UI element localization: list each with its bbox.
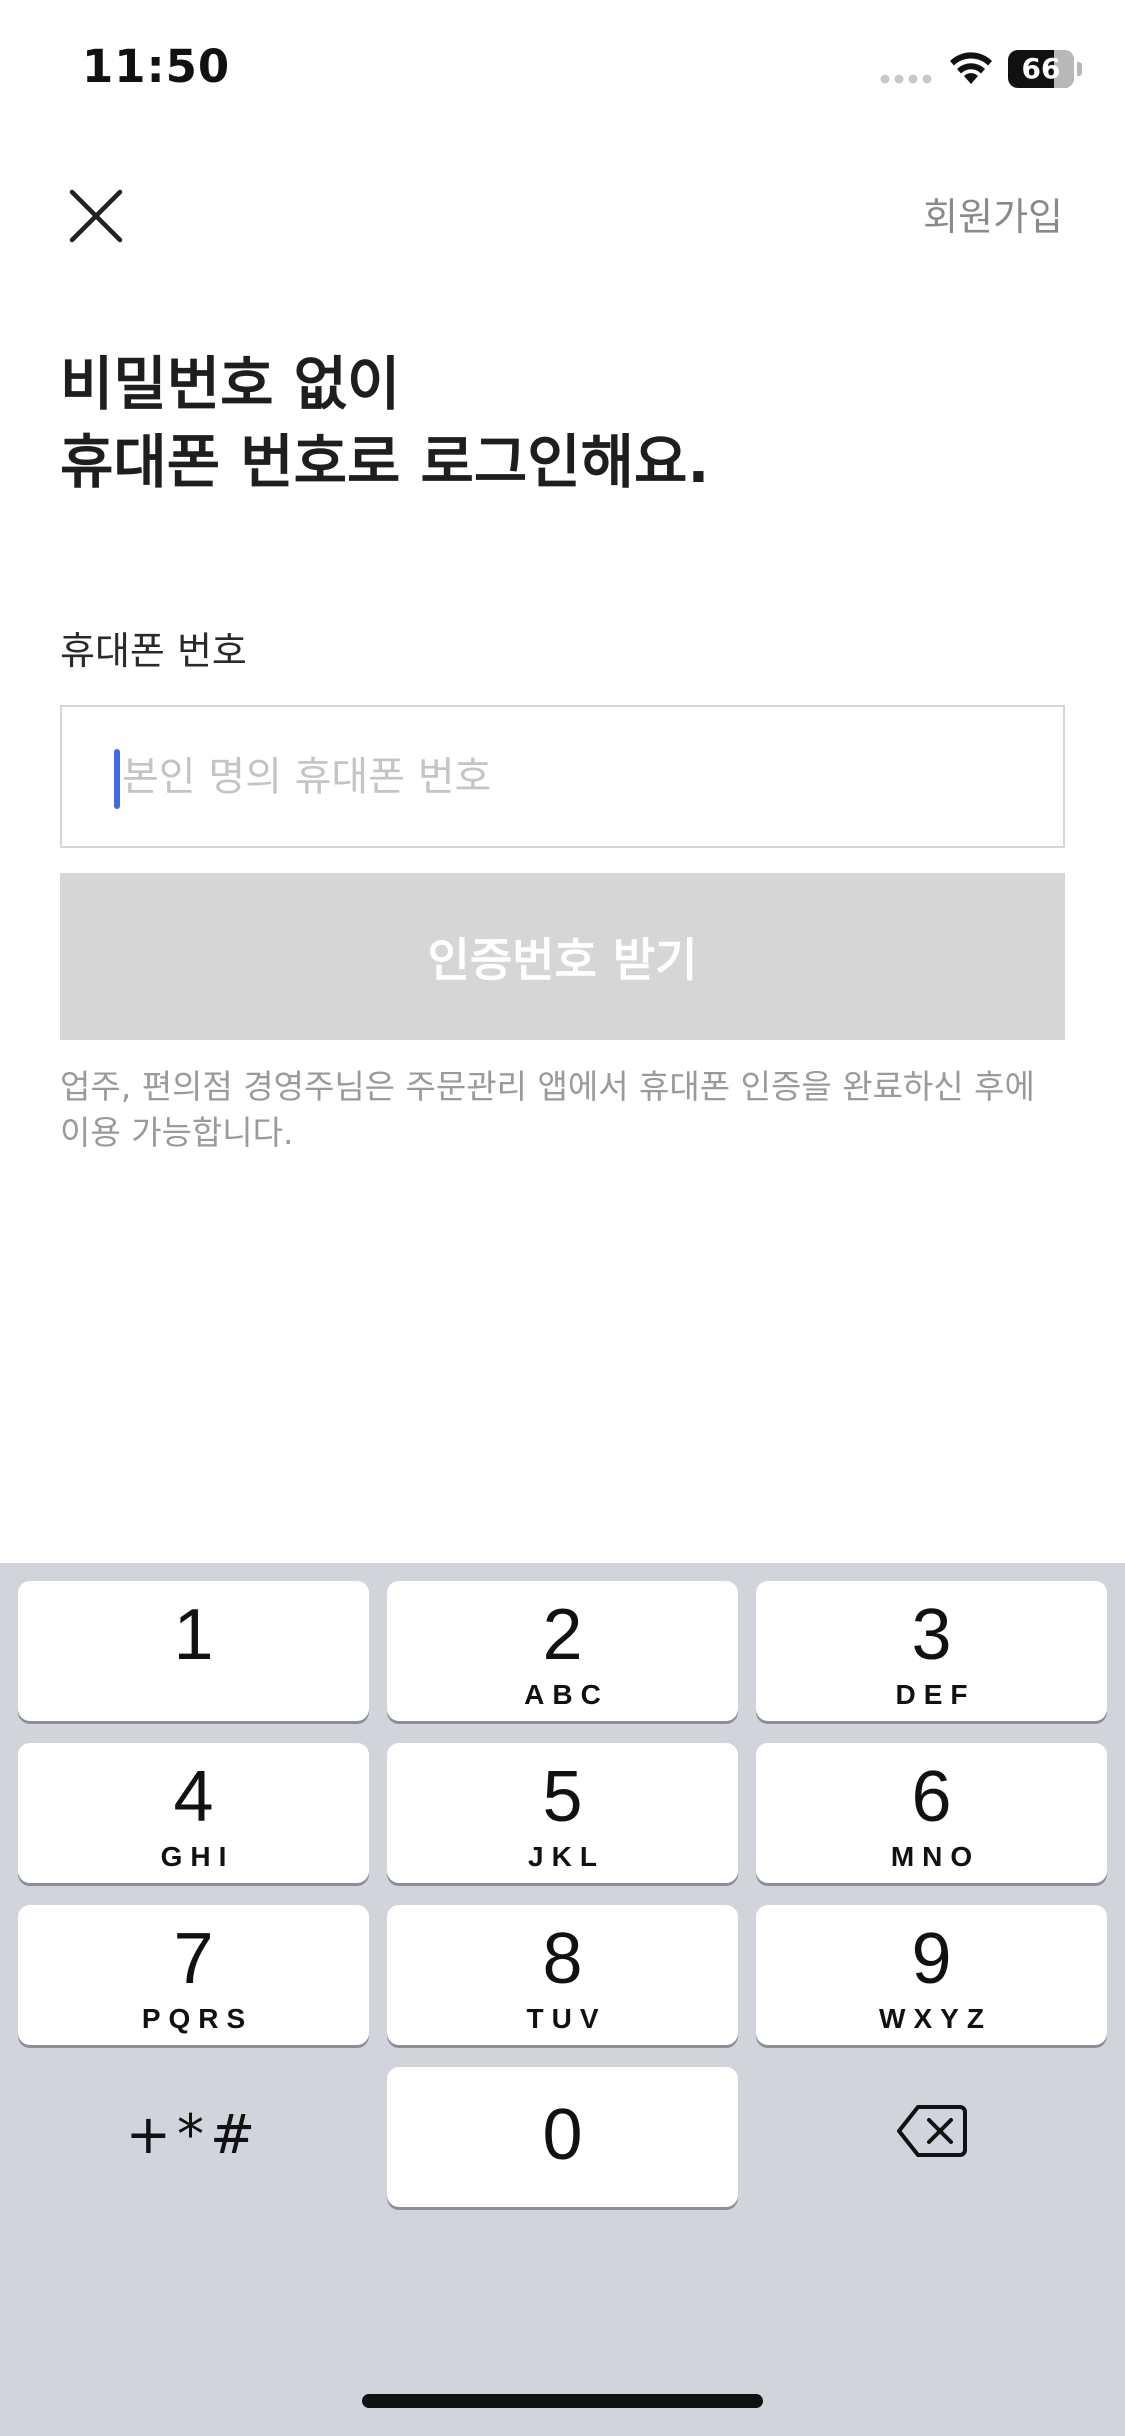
key-symbols[interactable]: +*#	[18, 2067, 369, 2207]
key-digit: 2	[542, 1595, 583, 1675]
page-title: 비밀번호 없이 휴대폰 번호로 로그인해요.	[60, 345, 1060, 501]
battery-level: 66	[1021, 52, 1061, 85]
numeric-keypad: 1 2 ABC 3 DEF 4 GHI 5 JKL 6 MNO 7 PQRS 8	[0, 1563, 1125, 2436]
key-1[interactable]: 1	[18, 1581, 369, 1721]
key-0[interactable]: 0	[387, 2067, 738, 2207]
phone-input[interactable]	[114, 707, 1054, 846]
key-letters: TUV	[526, 2003, 607, 2034]
page-title-line-2: 휴대폰 번호로 로그인해요.	[60, 428, 710, 496]
request-code-button[interactable]: 인증번호 받기	[60, 873, 1065, 1040]
login-screen: 11:50 66 회원가입 비밀번호 없이 휴대폰 번호로 로그인해요. 휴대폰…	[0, 0, 1125, 2436]
phone-field-label: 휴대폰 번호	[60, 629, 247, 673]
status-time: 11:50	[82, 40, 231, 93]
key-2[interactable]: 2 ABC	[387, 1581, 738, 1721]
backspace-icon	[896, 2105, 967, 2157]
close-icon	[69, 189, 123, 243]
key-letters: WXYZ	[879, 2003, 992, 2034]
notice-text: 업주, 편의점 경영주님은 주문관리 앱에서 휴대폰 인증을 완료하신 후에 이…	[60, 1067, 1035, 1152]
key-letters: PQRS	[141, 2003, 254, 2034]
key-letters: GHI	[160, 1841, 235, 1872]
battery-icon: 66	[1008, 50, 1082, 88]
status-bar: 11:50 66	[0, 0, 1125, 140]
key-5[interactable]: 5 JKL	[387, 1743, 738, 1883]
close-button[interactable]	[60, 180, 132, 252]
key-letters: DEF	[895, 1679, 976, 1710]
page-title-line-1: 비밀번호 없이	[60, 350, 401, 418]
key-letters: JKL	[528, 1841, 605, 1872]
signal-icon	[880, 74, 932, 84]
key-digit: 9	[911, 1919, 952, 1999]
key-delete[interactable]	[756, 2067, 1107, 2207]
key-digit: 3	[911, 1595, 952, 1675]
key-letters: MNO	[890, 1841, 981, 1872]
signup-link[interactable]: 회원가입	[923, 186, 1063, 241]
key-digit: 6	[911, 1757, 952, 1837]
key-symbols-label: +*#	[125, 2103, 262, 2166]
key-digit: 0	[542, 2095, 583, 2175]
key-digit: 7	[173, 1919, 214, 1999]
key-9[interactable]: 9 WXYZ	[756, 1905, 1107, 2045]
key-8[interactable]: 8 TUV	[387, 1905, 738, 2045]
key-letters: ABC	[524, 1679, 609, 1710]
key-digit: 5	[542, 1757, 583, 1837]
key-digit: 8	[542, 1919, 583, 1999]
key-digit: 1	[173, 1595, 214, 1675]
key-3[interactable]: 3 DEF	[756, 1581, 1107, 1721]
home-indicator[interactable]	[362, 2394, 763, 2408]
key-4[interactable]: 4 GHI	[18, 1743, 369, 1883]
phone-input-container[interactable]	[60, 705, 1065, 848]
key-6[interactable]: 6 MNO	[756, 1743, 1107, 1883]
wifi-icon	[950, 52, 992, 84]
key-7[interactable]: 7 PQRS	[18, 1905, 369, 2045]
key-digit: 4	[173, 1757, 214, 1837]
